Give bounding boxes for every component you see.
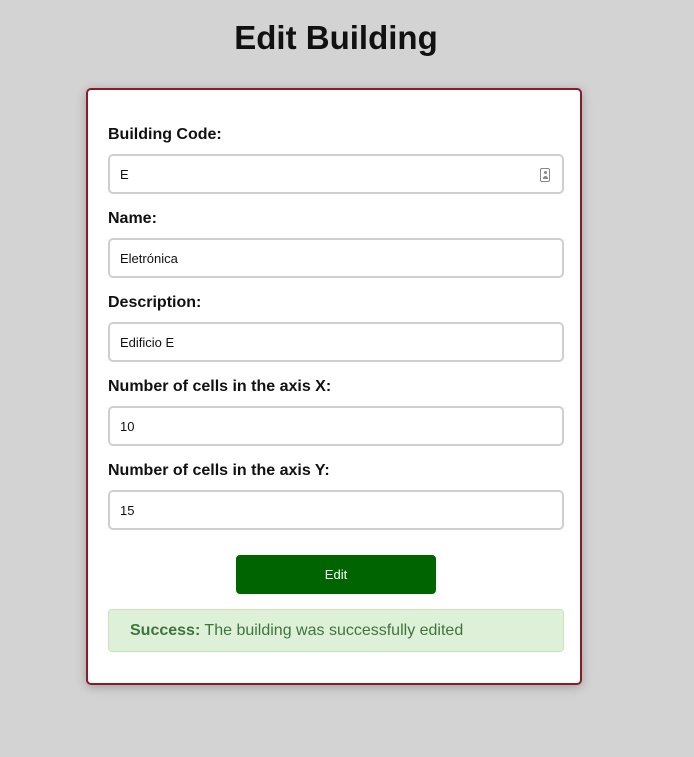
edit-button[interactable]: Edit bbox=[236, 555, 436, 594]
alert-title: Success: bbox=[130, 622, 201, 639]
page-title: Edit Building bbox=[234, 19, 438, 56]
description-label: Description: bbox=[108, 294, 202, 311]
edit-building-form: Building Code: Name: Description: Number… bbox=[86, 88, 582, 685]
cells-y-input[interactable] bbox=[108, 490, 564, 530]
contact-card-icon[interactable] bbox=[540, 168, 550, 182]
name-input[interactable] bbox=[108, 238, 564, 278]
description-input[interactable] bbox=[108, 322, 564, 362]
alert-message: The building was successfully edited bbox=[200, 622, 464, 639]
building-code-label: Building Code: bbox=[108, 126, 222, 143]
cells-y-label: Number of cells in the axis Y: bbox=[108, 462, 330, 479]
building-code-input[interactable] bbox=[108, 154, 564, 194]
name-label: Name: bbox=[108, 210, 157, 227]
cells-x-input[interactable] bbox=[108, 406, 564, 446]
success-alert: Success: The building was successfully e… bbox=[108, 609, 564, 652]
cells-x-label: Number of cells in the axis X: bbox=[108, 378, 332, 395]
